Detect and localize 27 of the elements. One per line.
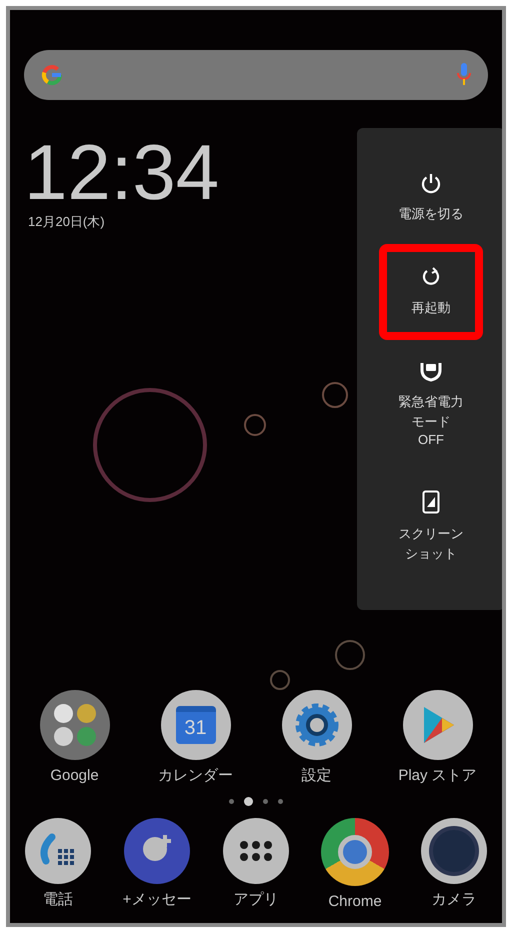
bubble-ring xyxy=(335,640,365,670)
bubble-ring xyxy=(270,670,290,690)
clock-time: 12:34 xyxy=(24,132,220,212)
app-label[interactable]: アプリ xyxy=(234,890,278,910)
power-menu-item[interactable]: 緊急省電力モード OFF xyxy=(379,338,483,470)
search-bar[interactable] xyxy=(24,50,488,100)
app-label[interactable]: 電話 xyxy=(43,890,73,910)
app-label[interactable]: Play ストア xyxy=(398,766,477,786)
calendar-date: 31 xyxy=(184,716,207,741)
app-label[interactable]: Google xyxy=(50,766,99,786)
app-label[interactable]: カレンダー xyxy=(158,766,233,786)
power-menu-item[interactable]: 再起動 xyxy=(379,244,483,340)
power-menu-item[interactable]: スクリーンショット xyxy=(379,468,483,586)
app-label[interactable]: 設定 xyxy=(302,766,332,786)
microphone-icon[interactable] xyxy=(456,62,472,88)
app-label[interactable]: カメラ xyxy=(432,890,476,910)
google-logo-icon xyxy=(40,63,64,87)
hands-shield-icon xyxy=(419,360,443,382)
restart-icon xyxy=(420,266,442,288)
bubble-ring xyxy=(322,382,348,408)
app-label[interactable]: +メッセー xyxy=(122,890,192,910)
clock-date: 12月20日(木) xyxy=(28,213,105,231)
phone-screenshot-icon xyxy=(422,490,440,514)
bubble-ring xyxy=(244,414,266,436)
power-icon xyxy=(420,172,442,194)
power-menu-item[interactable]: 電源を切る xyxy=(379,150,483,246)
app-label[interactable]: Chrome xyxy=(328,892,382,912)
